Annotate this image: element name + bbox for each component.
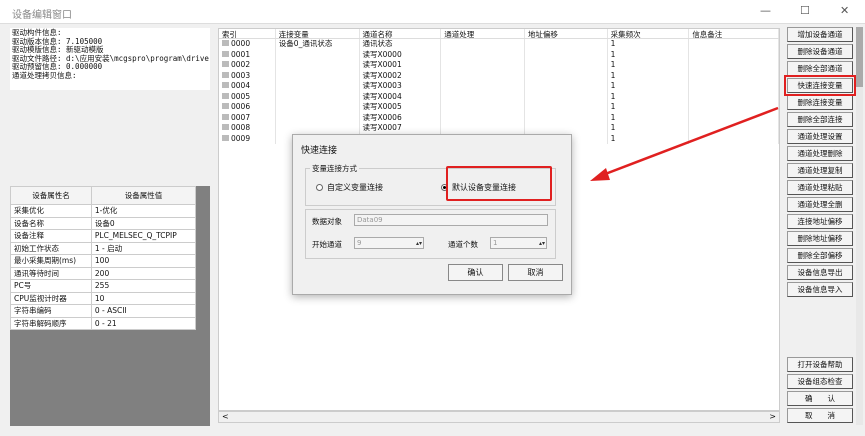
data-object-field[interactable]: Data09 — [354, 214, 548, 226]
radio-icon — [316, 184, 323, 191]
spin-icon[interactable]: ▴▾ — [539, 239, 545, 249]
channel-settings-group: 数据对象 Data09 开始通道 9 ▴▾ 通道个数 1 ▴▾ — [305, 209, 556, 259]
start-channel-label: 开始通道 — [312, 240, 342, 249]
dialog-title: 快速连接 — [301, 146, 338, 156]
ok-button[interactable]: 确认 — [448, 264, 503, 281]
stepper-value: 1 — [493, 239, 498, 247]
cancel-button[interactable]: 取消 — [508, 264, 563, 281]
highlight-box — [446, 166, 552, 201]
data-object-label: 数据对象 — [312, 217, 342, 226]
stepper-value: 9 — [357, 239, 362, 247]
channel-count-label: 通道个数 — [448, 240, 478, 249]
custom-connect-radio[interactable]: 自定义变量连接 — [316, 182, 383, 193]
spin-icon[interactable]: ▴▾ — [416, 239, 422, 249]
quick-connect-dialog: 快速连接 变量连接方式 自定义变量连接 默认设备变量连接 数据对象 Data09… — [292, 134, 572, 295]
start-channel-stepper[interactable]: 9 ▴▾ — [354, 237, 424, 249]
connect-mode-group: 变量连接方式 自定义变量连接 默认设备变量连接 — [305, 163, 556, 206]
radio-label: 自定义变量连接 — [327, 183, 383, 192]
channel-count-stepper[interactable]: 1 ▴▾ — [490, 237, 547, 249]
group-label: 变量连接方式 — [310, 163, 359, 174]
